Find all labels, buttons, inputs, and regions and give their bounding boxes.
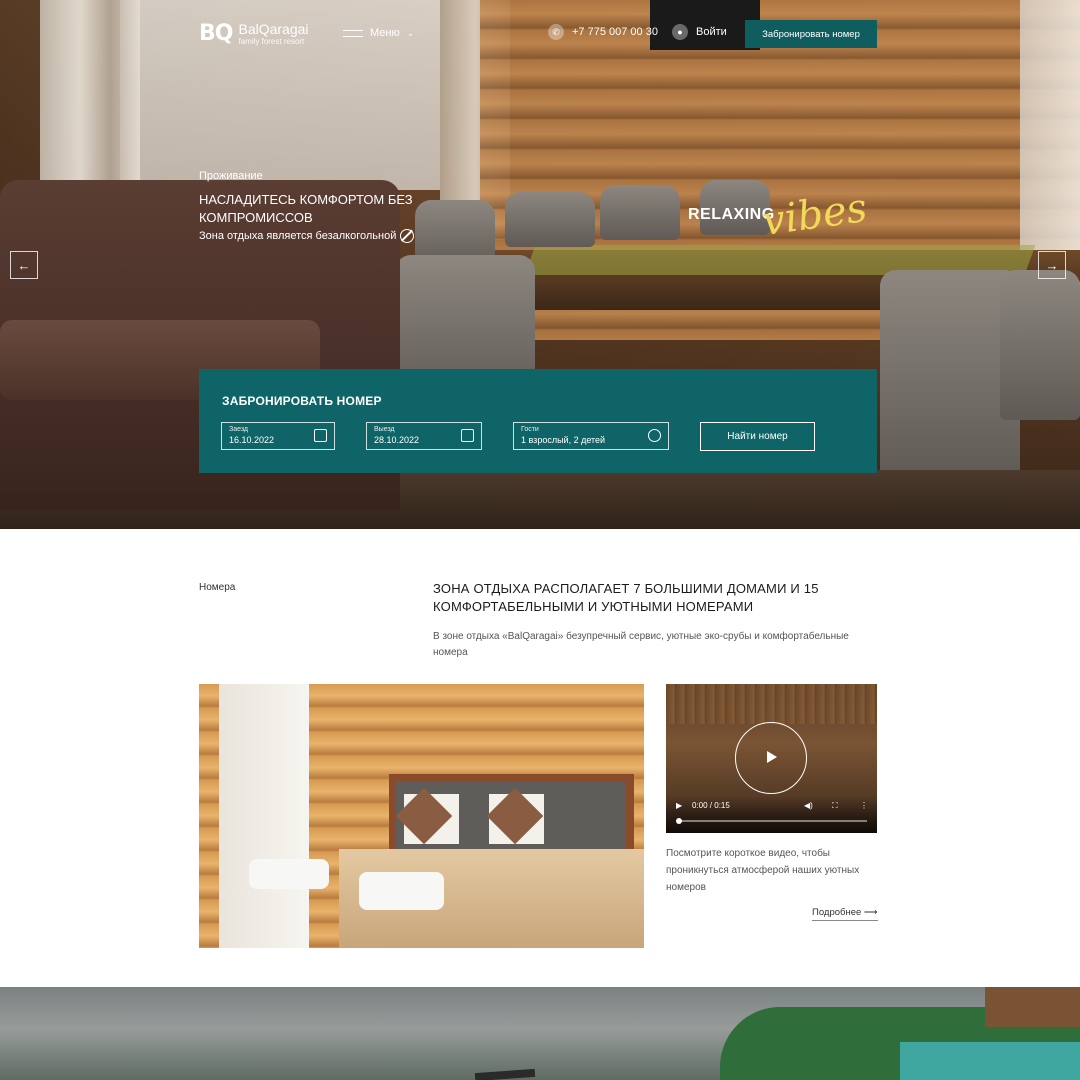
hero-description-text: Зона отдыха является безалкогольной bbox=[199, 230, 397, 242]
arrow-left-icon: ← bbox=[17, 257, 31, 273]
video-progress-bar[interactable] bbox=[676, 820, 867, 822]
guests-icon bbox=[648, 429, 661, 442]
more-options-icon[interactable]: ⋮ bbox=[860, 801, 868, 810]
hero-eyebrow: Проживание bbox=[199, 170, 263, 182]
video-ceiling bbox=[666, 684, 877, 724]
checkout-label: Выезд bbox=[374, 426, 395, 433]
menu-label: Меню bbox=[370, 27, 400, 39]
find-room-button[interactable]: Найти номер bbox=[700, 422, 815, 451]
room-window bbox=[219, 684, 309, 948]
logo-mark: BQ bbox=[199, 21, 233, 46]
room-video-player[interactable]: ▶ 0:00 / 0:15 ◀) ⛶ ⋮ bbox=[666, 684, 877, 833]
volume-icon[interactable]: ◀) bbox=[804, 801, 813, 810]
slider-prev-button[interactable]: ← bbox=[10, 251, 38, 279]
checkin-label: Заезд bbox=[229, 426, 249, 433]
bottom-house bbox=[985, 987, 1080, 1027]
room-photo bbox=[199, 684, 644, 948]
checkout-field[interactable]: Выезд 28.10.2022 bbox=[366, 422, 482, 450]
logo-text: BalQaragai family forest resort bbox=[238, 22, 308, 46]
video-time: 0:00 / 0:15 bbox=[692, 801, 730, 810]
phone-number: +7 775 007 00 30 bbox=[572, 26, 658, 38]
section-description: В зоне отдыха «BalQaragai» безупречный с… bbox=[433, 631, 849, 658]
hero-chair bbox=[505, 192, 595, 247]
user-icon: ● bbox=[672, 24, 688, 40]
book-room-header-button[interactable]: Забронировать номер bbox=[745, 20, 877, 48]
calendar-icon bbox=[314, 429, 327, 442]
booking-panel: Забронировать номер Заезд 16.10.2022 Вые… bbox=[199, 369, 877, 473]
slider-next-button[interactable]: → bbox=[1038, 251, 1066, 279]
bottom-photo bbox=[0, 987, 1080, 1080]
bottom-pool bbox=[900, 1042, 1080, 1080]
no-alcohol-icon bbox=[400, 229, 415, 243]
bottom-umbrella bbox=[474, 1068, 536, 1080]
video-caption: Посмотрите короткое видео, чтобы проникн… bbox=[666, 848, 860, 893]
play-icon[interactable] bbox=[767, 751, 777, 763]
room-towel bbox=[249, 859, 329, 889]
hero-chair bbox=[600, 185, 680, 240]
chevron-down-icon: ⌄ bbox=[406, 27, 415, 38]
checkout-value: 28.10.2022 bbox=[374, 435, 420, 445]
checkin-field[interactable]: Заезд 16.10.2022 bbox=[221, 422, 335, 450]
hero-description: Зона отдыха является безалкогольной bbox=[199, 229, 415, 243]
hero-chair bbox=[1000, 270, 1080, 420]
hero-title: Насладитесь комфортом без компромиссов bbox=[199, 192, 413, 225]
login-button[interactable]: ● Войти bbox=[672, 24, 727, 40]
guests-label: Гости bbox=[521, 426, 539, 433]
logo-subtitle: family forest resort bbox=[238, 36, 305, 46]
hero-chair bbox=[880, 270, 1020, 480]
checkin-value: 16.10.2022 bbox=[229, 435, 275, 445]
login-label: Войти bbox=[696, 26, 727, 38]
hero-curtain-left bbox=[40, 0, 140, 200]
section-title: Зона отдыха располагает 7 большими домам… bbox=[433, 581, 819, 614]
video-play-small-icon[interactable]: ▶ bbox=[676, 801, 682, 810]
logo[interactable]: BQ BalQaragai family forest resort bbox=[199, 21, 309, 46]
phone-icon: ✆ bbox=[548, 24, 564, 40]
menu-lines-icon bbox=[343, 29, 363, 37]
video-progress-handle[interactable] bbox=[676, 818, 682, 824]
arrow-right-icon: → bbox=[1045, 257, 1059, 273]
guests-field[interactable]: Гости 1 взрослый, 2 детей bbox=[513, 422, 669, 450]
room-towel bbox=[359, 872, 444, 910]
more-link[interactable]: Подробнее ⟶ bbox=[812, 907, 878, 921]
logo-name: BalQaragai bbox=[238, 20, 309, 37]
breadcrumb[interactable]: Номера bbox=[199, 582, 235, 593]
calendar-icon bbox=[461, 429, 474, 442]
phone-link[interactable]: ✆ +7 775 007 00 30 bbox=[548, 24, 658, 40]
fullscreen-icon[interactable]: ⛶ bbox=[832, 801, 838, 811]
menu-button[interactable]: Меню ⌄ bbox=[343, 27, 414, 39]
guests-value: 1 взрослый, 2 детей bbox=[521, 435, 606, 445]
booking-title: Забронировать номер bbox=[222, 394, 382, 408]
